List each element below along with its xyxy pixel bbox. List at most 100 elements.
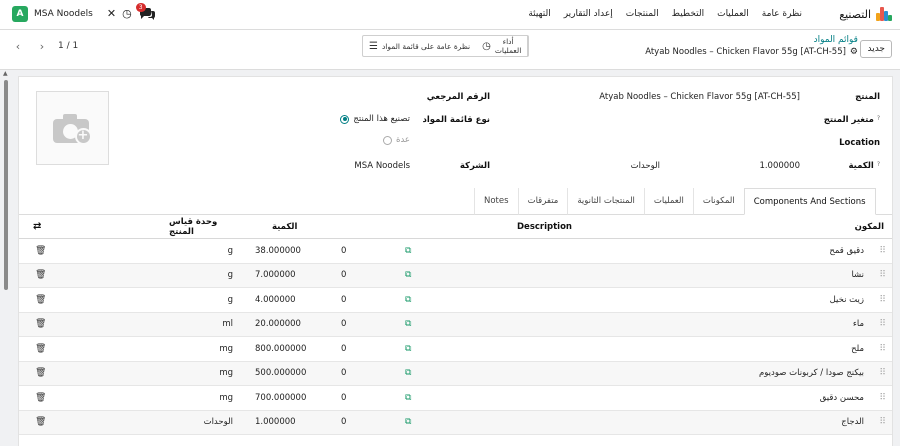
scroll-up-icon[interactable]: ▲ [3, 70, 8, 77]
row-uom[interactable]: mg [169, 337, 233, 361]
menu-reporting[interactable]: إعداد التقارير [564, 9, 613, 19]
trash-icon[interactable]: 🗑 [35, 264, 46, 288]
row-zero[interactable]: 0 [341, 411, 346, 435]
row-zero[interactable]: 0 [341, 264, 346, 288]
company-avatar[interactable]: A [12, 6, 28, 22]
table-row[interactable]: ⠿ بيكنج صودا / كربونات صوديوم ⧉ 0 500.00… [19, 361, 892, 386]
scrollbar-thumb[interactable] [4, 80, 8, 290]
row-uom[interactable]: g [169, 288, 233, 312]
header-component[interactable]: المكون [855, 215, 884, 238]
scrollbar[interactable]: ▲ [3, 70, 10, 446]
row-zero[interactable]: 0 [341, 288, 346, 312]
bom-overview-button[interactable]: ☰ نظرة عامة على قائمة المواد [363, 36, 476, 56]
table-row[interactable]: ⠿ محسن دقيق ⧉ 0 700.000000 mg 🗑 [19, 386, 892, 411]
copy-description-icon[interactable]: ⧉ [405, 264, 411, 288]
row-component[interactable]: ملح [851, 337, 864, 361]
trash-icon[interactable]: 🗑 [35, 411, 46, 435]
copy-description-icon[interactable]: ⧉ [405, 288, 411, 312]
header-description[interactable]: Description [517, 215, 572, 238]
menu-operations[interactable]: العمليات [717, 9, 749, 19]
row-uom[interactable]: g [169, 239, 233, 263]
breadcrumb-bom-list[interactable]: قوائم المواد [645, 35, 858, 45]
row-component[interactable]: زيت نخيل [830, 288, 864, 312]
row-uom[interactable]: ml [169, 313, 233, 337]
menu-configuration[interactable]: التهيئة [528, 9, 550, 19]
table-row[interactable]: ⠿ دقيق قمح ⧉ 0 38.000000 g 🗑 [19, 239, 892, 264]
bom-type-kit[interactable]: عدة [383, 135, 410, 145]
copy-description-icon[interactable]: ⧉ [405, 337, 411, 361]
row-quantity[interactable]: 500.000000 [255, 362, 306, 386]
trash-icon[interactable]: 🗑 [35, 313, 46, 337]
location-field[interactable] [540, 138, 800, 150]
trash-icon[interactable]: 🗑 [35, 386, 46, 410]
row-zero[interactable]: 0 [341, 386, 346, 410]
table-row[interactable]: ⠿ زيت نخيل ⧉ 0 4.000000 g 🗑 [19, 288, 892, 313]
tools-icon[interactable]: ✕ [107, 6, 116, 22]
menu-products[interactable]: المنتجات [626, 9, 659, 19]
quantity-uom-field[interactable]: الوحدات [631, 161, 660, 171]
drag-handle-icon[interactable]: ⠿ [879, 337, 885, 361]
row-component[interactable]: بيكنج صودا / كربونات صوديوم [759, 362, 864, 386]
app-brand[interactable]: التصنيع [839, 7, 892, 21]
drag-handle-icon[interactable]: ⠿ [879, 411, 885, 435]
row-quantity[interactable]: 1.000000 [255, 411, 296, 435]
row-zero[interactable]: 0 [341, 362, 346, 386]
pager-previous-icon[interactable]: ‹ [10, 38, 26, 54]
row-component[interactable]: محسن دقيق [820, 386, 864, 410]
row-quantity[interactable]: 4.000000 [255, 288, 296, 312]
trash-icon[interactable]: 🗑 [35, 337, 46, 361]
copy-description-icon[interactable]: ⧉ [405, 239, 411, 263]
table-row[interactable]: ⠿ ملح ⧉ 0 800.000000 mg 🗑 [19, 337, 892, 362]
row-component[interactable]: دقيق قمح [829, 239, 864, 263]
radio-selected-icon[interactable] [340, 114, 350, 124]
company-switcher[interactable]: MSA Noodels [34, 9, 93, 19]
row-component[interactable]: نشا [851, 264, 864, 288]
row-quantity[interactable]: 7.000000 [255, 264, 296, 288]
copy-description-icon[interactable]: ⧉ [405, 411, 411, 435]
product-image[interactable]: + [36, 91, 109, 165]
tab-components-sections[interactable]: Components And Sections [743, 188, 876, 215]
operations-performance-button[interactable]: ◷ أداء العمليات [476, 36, 529, 56]
menu-planning[interactable]: التخطيط [672, 9, 704, 19]
chat-icon[interactable]: 3 [135, 3, 156, 22]
clock-icon[interactable]: ◷ [122, 6, 132, 22]
variant-field[interactable] [540, 115, 800, 127]
drag-handle-icon[interactable]: ⠿ [879, 313, 885, 337]
drag-handle-icon[interactable]: ⠿ [879, 288, 885, 312]
row-component[interactable]: ماء [853, 313, 864, 337]
trash-icon[interactable]: 🗑 [35, 362, 46, 386]
gear-icon[interactable]: ⚙ [850, 47, 858, 57]
copy-description-icon[interactable]: ⧉ [405, 313, 411, 337]
reference-field[interactable] [260, 92, 410, 104]
tab-byproducts[interactable]: المنتجات الثانوية [567, 188, 644, 215]
copy-description-icon[interactable]: ⧉ [405, 362, 411, 386]
row-quantity[interactable]: 700.000000 [255, 386, 306, 410]
drag-handle-icon[interactable]: ⠿ [879, 386, 885, 410]
table-row[interactable]: ⠿ الدجاج ⧉ 0 1.000000 الوحدات 🗑 [19, 410, 892, 435]
tab-operations[interactable]: العمليات [643, 188, 693, 215]
row-uom[interactable]: الوحدات [169, 411, 233, 435]
product-field[interactable]: Atyab Noodles – Chicken Flavor 55g [AT-C… [599, 92, 800, 102]
tab-components[interactable]: المكونات [692, 188, 744, 215]
optional-columns-icon[interactable]: ⇄ [33, 215, 41, 238]
row-uom[interactable]: mg [169, 386, 233, 410]
table-row[interactable]: ⠿ نشا ⧉ 0 7.000000 g 🗑 [19, 263, 892, 288]
row-quantity[interactable]: 20.000000 [255, 313, 301, 337]
row-zero[interactable]: 0 [341, 337, 346, 361]
tab-miscellaneous[interactable]: متفرقات [517, 188, 568, 215]
trash-icon[interactable]: 🗑 [35, 288, 46, 312]
copy-description-icon[interactable]: ⧉ [405, 386, 411, 410]
radio-unselected-icon[interactable] [383, 135, 392, 145]
trash-icon[interactable]: 🗑 [35, 239, 46, 263]
app-name[interactable]: التصنيع [839, 8, 871, 21]
row-zero[interactable]: 0 [341, 239, 346, 263]
row-component[interactable]: الدجاج [841, 411, 864, 435]
row-zero[interactable]: 0 [341, 313, 346, 337]
row-quantity[interactable]: 38.000000 [255, 239, 301, 263]
row-uom[interactable]: g [169, 264, 233, 288]
quantity-field[interactable]: 1.000000 [759, 161, 800, 171]
drag-handle-icon[interactable]: ⠿ [879, 362, 885, 386]
drag-handle-icon[interactable]: ⠿ [879, 239, 885, 263]
company-field[interactable]: MSA Noodels [354, 161, 410, 171]
new-button[interactable]: جديد [860, 40, 892, 58]
